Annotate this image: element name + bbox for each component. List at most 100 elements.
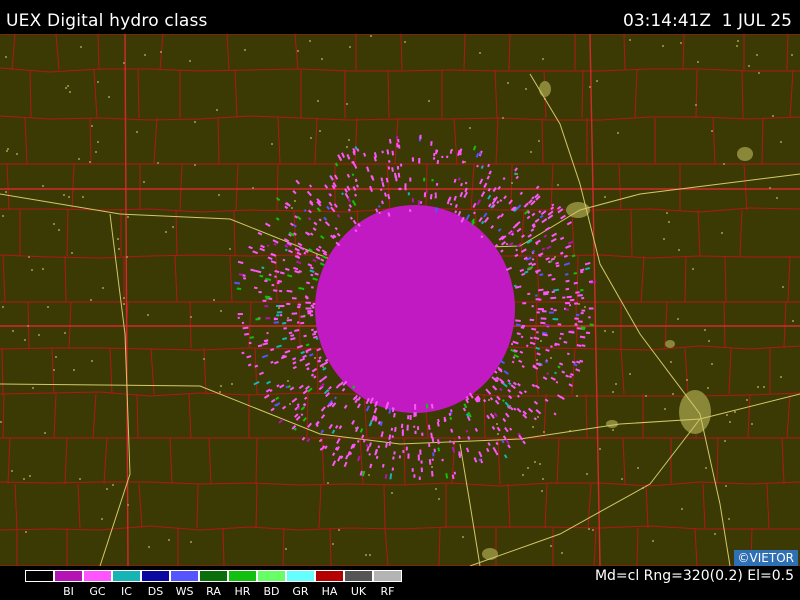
echo-speck xyxy=(385,442,388,448)
town-dot xyxy=(431,466,433,468)
legend-swatch-bd xyxy=(257,570,286,582)
town-dot xyxy=(0,421,2,423)
echo-speck xyxy=(514,253,519,258)
echo-speck xyxy=(266,380,271,385)
town-dot xyxy=(497,433,499,435)
county-line xyxy=(587,483,592,529)
county-line xyxy=(787,255,791,303)
town-dot xyxy=(42,268,44,270)
echo-speck xyxy=(516,394,520,398)
echo-speck xyxy=(437,439,440,445)
echo-speck xyxy=(282,337,288,341)
county-line xyxy=(359,437,364,485)
echo-speck xyxy=(581,296,585,300)
town-dot xyxy=(428,100,430,102)
echo-speck xyxy=(580,312,584,315)
echo-speck xyxy=(273,317,279,321)
county-line xyxy=(739,209,743,257)
county-line xyxy=(743,163,748,211)
town-dot xyxy=(123,297,125,299)
echo-speck xyxy=(413,412,416,417)
echo-speck xyxy=(318,356,322,360)
echo-speck xyxy=(548,311,554,314)
echo-speck xyxy=(288,331,293,335)
county-line xyxy=(248,301,252,349)
town-dot xyxy=(670,361,672,363)
highway xyxy=(469,418,701,566)
town-dot xyxy=(726,414,728,416)
county-line xyxy=(682,34,685,71)
echo-speck xyxy=(314,272,319,276)
echo-speck xyxy=(504,412,510,418)
echo-speck xyxy=(306,297,309,300)
echo-speck xyxy=(550,238,557,243)
echo-speck xyxy=(265,317,271,320)
echo-speck xyxy=(393,412,396,418)
echo-speck xyxy=(582,327,586,331)
echo-speck xyxy=(546,245,552,250)
legend-label-gr: GR xyxy=(292,585,309,598)
town-dot xyxy=(25,531,27,533)
echo-speck xyxy=(547,210,554,216)
town-dot xyxy=(697,61,699,63)
county-line xyxy=(174,255,178,303)
legend-swatch-gc xyxy=(83,570,112,582)
echo-speck xyxy=(526,215,531,220)
echo-speck xyxy=(286,302,291,305)
county-line xyxy=(0,115,800,121)
town-dot xyxy=(469,127,471,129)
echo-speck xyxy=(524,270,529,274)
echo-speck xyxy=(520,335,524,339)
echo-speck xyxy=(285,267,290,271)
county-line xyxy=(510,163,513,211)
echo-speck xyxy=(306,438,311,443)
echo-speck xyxy=(356,403,361,409)
county-line xyxy=(747,393,751,439)
echo-speck xyxy=(257,344,263,348)
echo-speck xyxy=(537,308,543,311)
town-dot xyxy=(38,334,40,336)
echo-speck xyxy=(505,242,509,246)
legend-swatch-ha xyxy=(315,570,344,582)
echo-speck xyxy=(263,394,270,399)
town-dot xyxy=(68,196,70,198)
echo-speck xyxy=(521,364,525,368)
county-line xyxy=(438,527,441,566)
echo-speck xyxy=(522,440,526,445)
county-line xyxy=(150,347,155,395)
echo-speck xyxy=(521,272,526,276)
town-dot xyxy=(317,100,319,102)
town-dot xyxy=(599,448,601,450)
echo-speck xyxy=(328,423,333,430)
echo-speck xyxy=(290,334,295,337)
county-line xyxy=(64,255,67,303)
echo-speck xyxy=(270,407,275,412)
town-dot xyxy=(612,429,614,431)
echo-speck xyxy=(435,182,439,186)
echo-speck xyxy=(384,474,388,479)
echo-speck xyxy=(375,455,379,460)
county-line xyxy=(387,69,390,119)
town-dot xyxy=(592,529,594,531)
echo-speck xyxy=(373,407,378,414)
echo-speck xyxy=(538,298,542,301)
echo-speck xyxy=(393,451,396,455)
town-dot xyxy=(645,395,647,397)
town-dot xyxy=(550,357,552,359)
echo-speck xyxy=(529,336,533,340)
town-dot xyxy=(80,46,82,48)
echo-speck xyxy=(263,339,269,343)
echo-speck xyxy=(519,191,524,196)
town-dot xyxy=(704,329,706,331)
city-area xyxy=(679,390,711,434)
echo-speck xyxy=(302,417,307,422)
town-dot xyxy=(728,518,730,520)
echo-speck xyxy=(242,326,249,330)
echo-speck xyxy=(407,453,410,459)
county-line xyxy=(354,117,358,165)
echo-speck xyxy=(249,336,255,339)
echo-speck xyxy=(303,334,307,338)
echo-speck xyxy=(397,172,401,178)
county-line xyxy=(728,347,732,395)
echo-speck xyxy=(366,446,370,452)
